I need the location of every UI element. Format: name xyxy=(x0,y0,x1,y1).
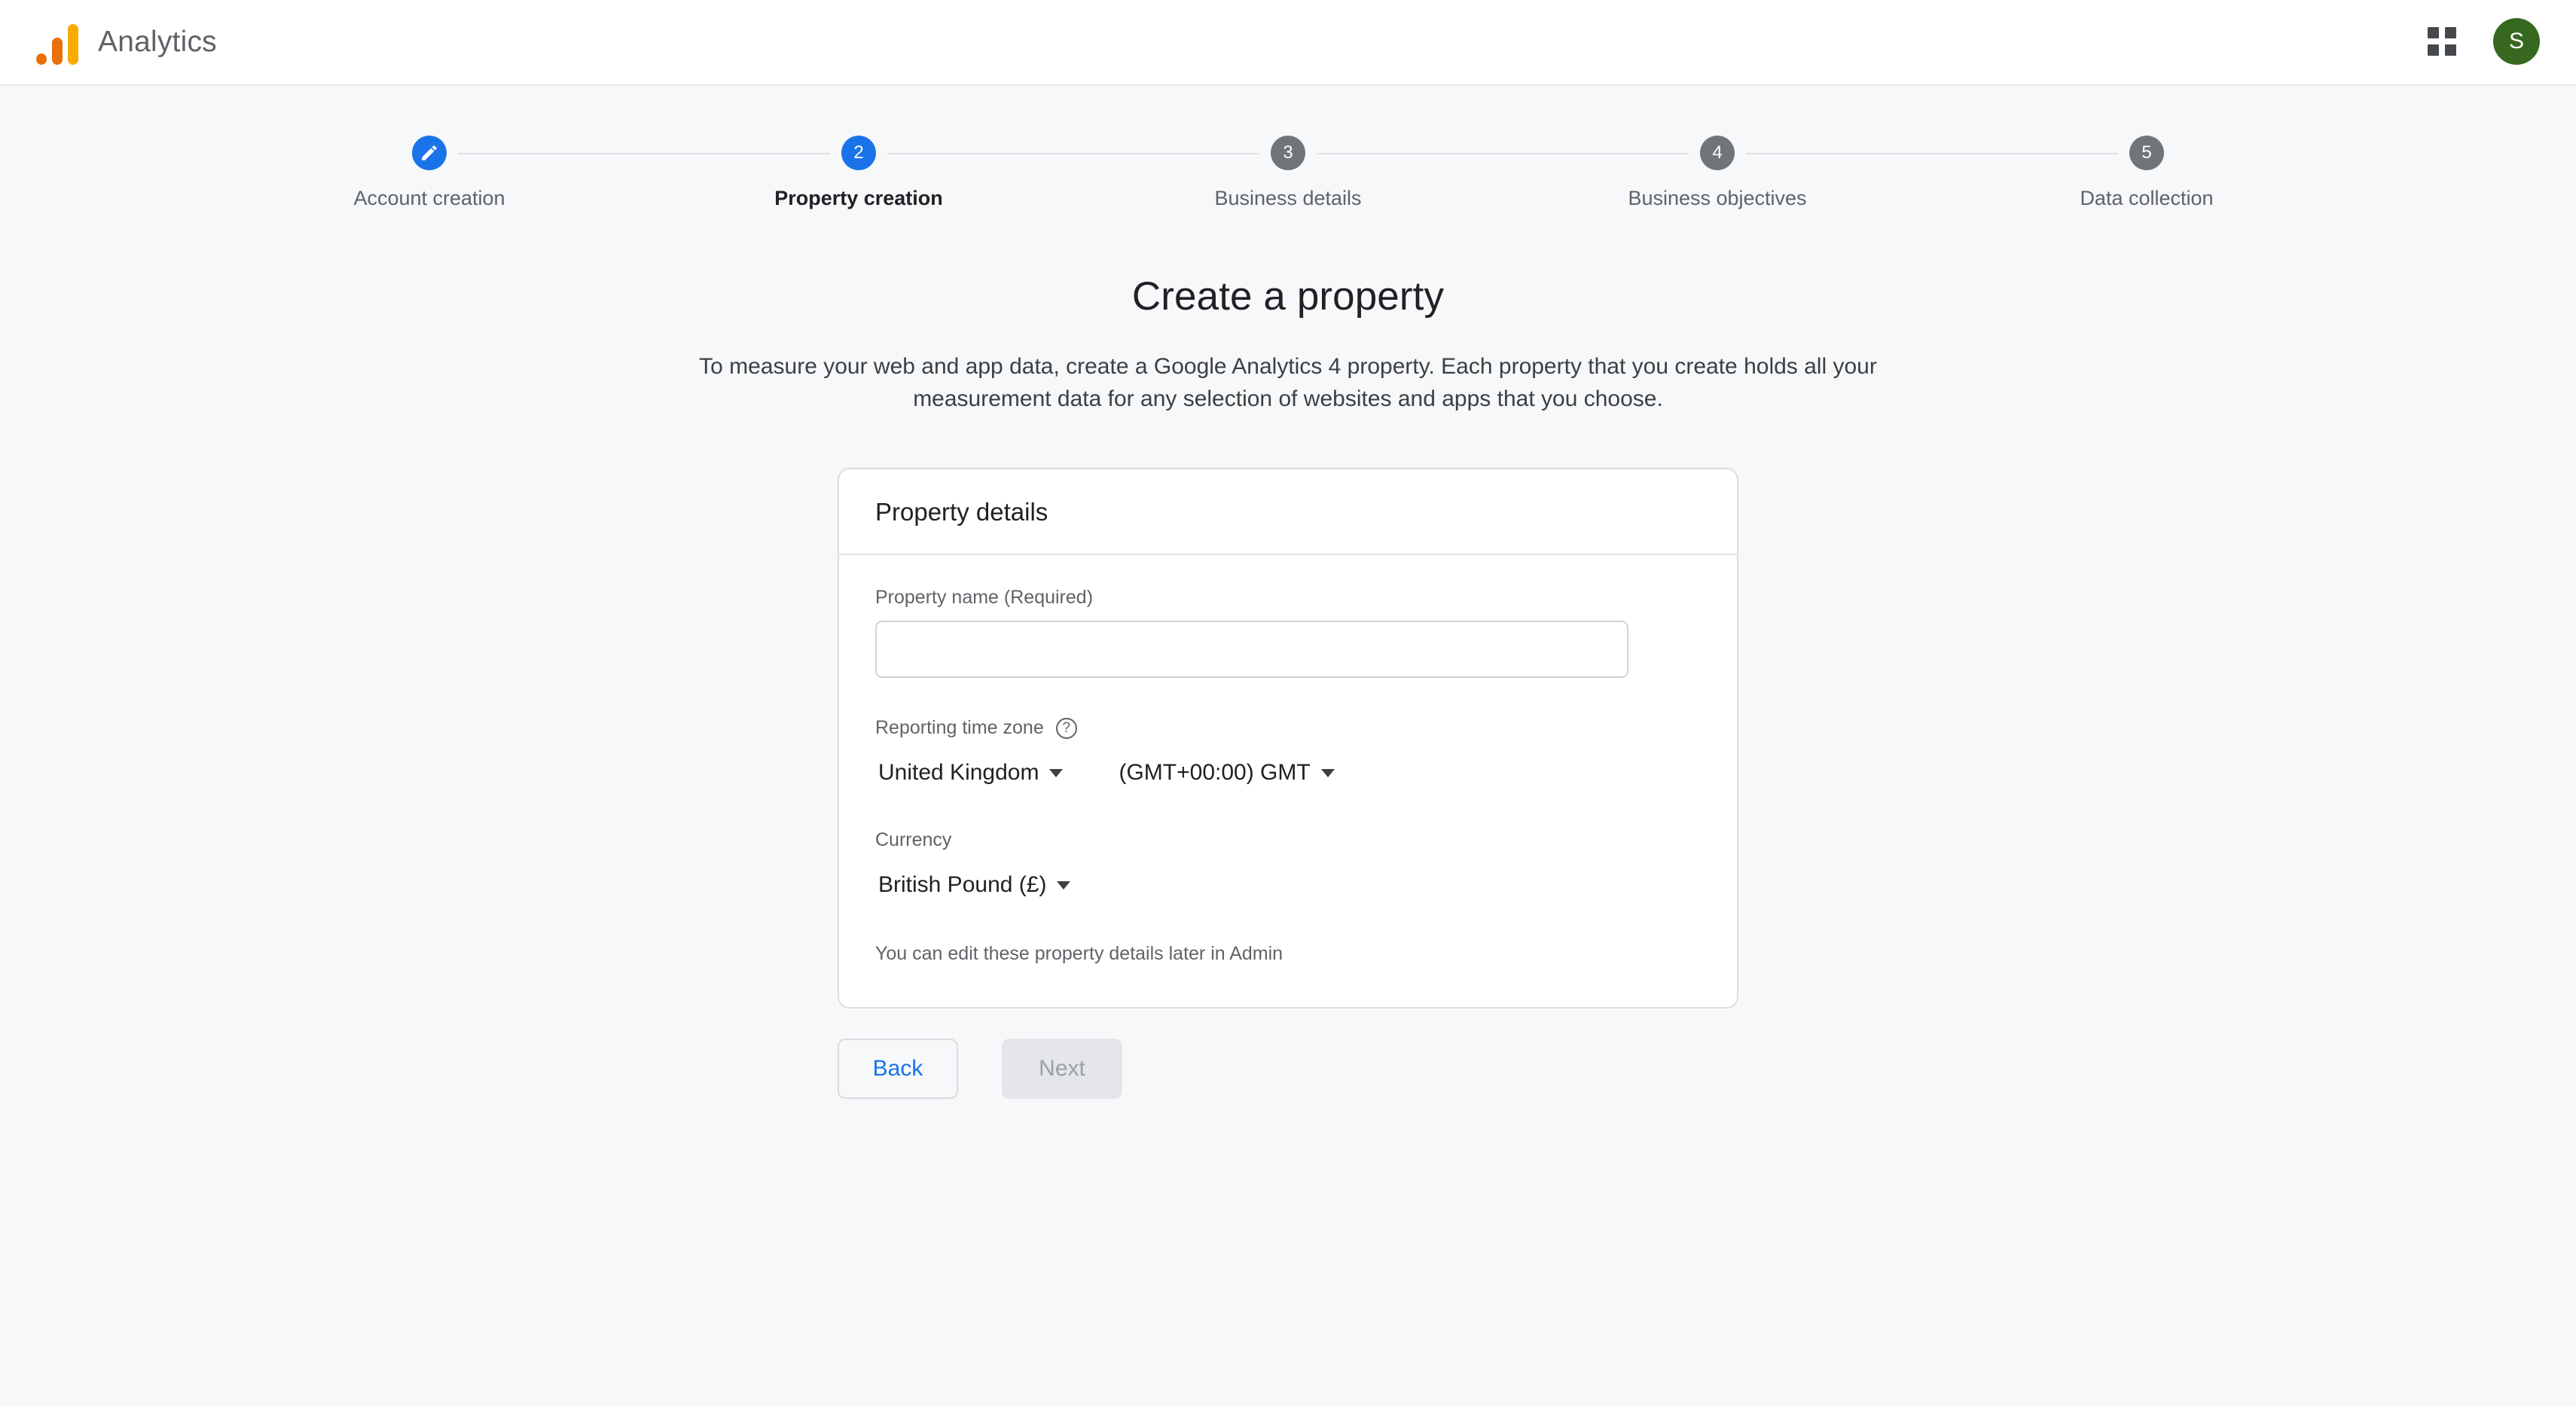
apps-grid-icon[interactable] xyxy=(2422,22,2462,61)
stepper-step-data-collection[interactable]: 5 Data collection xyxy=(1932,136,2361,210)
step-label-4: Business objectives xyxy=(1628,187,1807,209)
stepper-step-property-creation[interactable]: 2 Property creation xyxy=(644,136,1073,210)
chevron-down-icon xyxy=(1320,768,1335,777)
step-marker-row: 2 xyxy=(644,136,1073,170)
chevron-down-icon xyxy=(1057,881,1071,890)
property-name-input[interactable] xyxy=(875,621,1628,679)
stepper-step-business-objectives[interactable]: 4 Business objectives xyxy=(1503,136,1932,210)
reporting-time-zone-label: Reporting time zone xyxy=(875,717,1044,739)
step-connector-right xyxy=(1746,153,1932,154)
help-circle-icon[interactable]: ? xyxy=(1055,717,1077,739)
step-connector-left xyxy=(1503,153,1689,154)
property-details-card: Property details Property name (Required… xyxy=(838,468,1738,1009)
currency-select-row: British Pound (£) xyxy=(875,868,1701,902)
reporting-time-zone-field: Reporting time zone ? United Kingdom (GM… xyxy=(875,717,1701,790)
card-title: Property details xyxy=(875,498,1048,526)
time-zone-selects: United Kingdom (GMT+00:00) GMT xyxy=(875,755,1701,790)
avatar[interactable]: S xyxy=(2493,18,2540,65)
stepper-step-business-details[interactable]: 3 Business details xyxy=(1073,136,1503,210)
step-connector-right xyxy=(887,153,1073,154)
step-label-5: Data collection xyxy=(2080,187,2214,209)
step-connector-right xyxy=(458,153,644,154)
timezone-country-value: United Kingdom xyxy=(878,760,1039,786)
time-zone-label-row: Reporting time zone ? xyxy=(875,717,1701,739)
step-circle-3: 3 xyxy=(1271,136,1305,170)
step-connector-right xyxy=(1317,153,1503,154)
page-description: To measure your web and app data, create… xyxy=(699,354,1877,411)
currency-value: British Pound (£) xyxy=(878,872,1047,898)
brand[interactable]: Analytics xyxy=(36,20,217,65)
page-heading: Create a property To measure your web an… xyxy=(0,273,2576,415)
currency-label: Currency xyxy=(875,829,952,851)
step-label-3: Business details xyxy=(1214,187,1362,209)
step-circle-4: 4 xyxy=(1700,136,1735,170)
back-button[interactable]: Back xyxy=(838,1039,958,1100)
step-label-2: Property creation xyxy=(774,187,943,209)
google-analytics-logo-icon xyxy=(36,20,78,65)
step-circle-1 xyxy=(412,136,447,170)
step-circle-2: 2 xyxy=(841,136,876,170)
timezone-offset-value: (GMT+00:00) GMT xyxy=(1119,760,1311,786)
pencil-icon xyxy=(422,145,437,160)
card-body: Property name (Required) Reporting time … xyxy=(839,555,1737,1007)
step-connector-left xyxy=(1932,153,2118,154)
step-marker-row: 3 xyxy=(1073,136,1503,170)
timezone-country-select[interactable]: United Kingdom xyxy=(875,755,1066,790)
step-circle-5: 5 xyxy=(2129,136,2164,170)
page-title: Create a property xyxy=(1131,274,1445,319)
product-title: Analytics xyxy=(98,26,217,58)
step-connector-left xyxy=(1073,153,1259,154)
step-marker-row xyxy=(215,136,644,170)
card-header: Property details xyxy=(839,469,1737,556)
step-label-1: Account creation xyxy=(353,187,505,209)
next-button[interactable]: Next xyxy=(1002,1039,1122,1100)
chevron-down-icon xyxy=(1049,768,1064,777)
header-actions: S xyxy=(2422,0,2540,83)
card-helper-text: You can edit these property details late… xyxy=(875,943,1283,965)
step-marker-row: 5 xyxy=(1932,136,2361,170)
app-header: Analytics S xyxy=(0,0,2576,86)
currency-select[interactable]: British Pound (£) xyxy=(875,868,1073,902)
step-connector-left xyxy=(644,153,830,154)
currency-field: Currency British Pound (£) xyxy=(875,829,1701,902)
stepper-step-account-creation[interactable]: Account creation xyxy=(215,136,644,210)
step-marker-row: 4 xyxy=(1503,136,1932,170)
setup-stepper: Account creation 2 Property creation 3 B… xyxy=(215,86,2361,210)
property-name-label: Property name (Required) xyxy=(875,587,1094,609)
timezone-offset-select[interactable]: (GMT+00:00) GMT xyxy=(1116,755,1337,790)
form-actions: Back Next xyxy=(838,1039,1738,1100)
